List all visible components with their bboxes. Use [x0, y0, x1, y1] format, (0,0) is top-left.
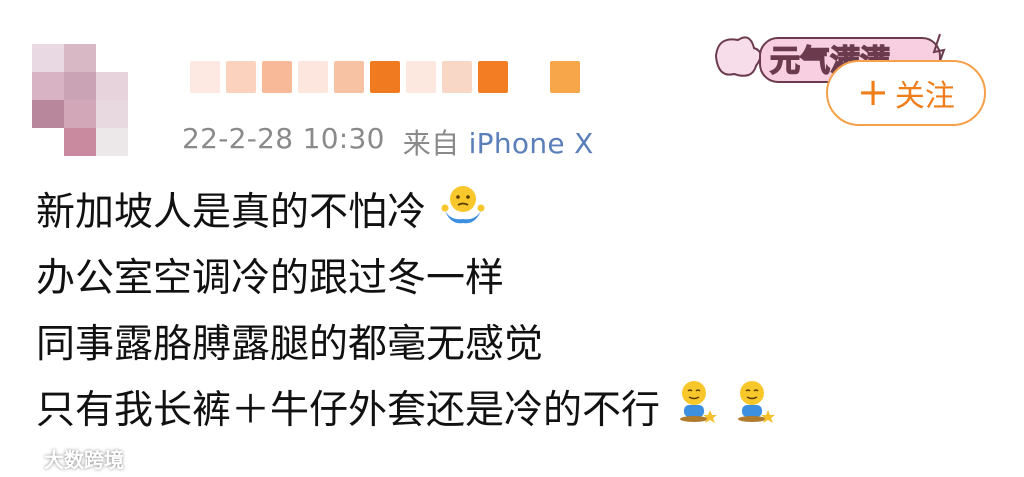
post-line: 办公室空调冷的跟过冬一样	[36, 256, 505, 301]
follow-button[interactable]: + 关注	[826, 60, 986, 126]
post-line: 同事露胳膊露腿的都毫无感觉	[36, 322, 544, 367]
post-device[interactable]: iPhone X	[469, 127, 594, 160]
post-content: 新加坡人是真的不怕冷 办公室空调冷的跟过冬一样 同事露胳膊露腿的都毫无感觉 只有…	[36, 180, 776, 444]
follow-label: 关注	[894, 79, 955, 114]
shrug-emoji-icon	[440, 180, 486, 246]
avatar[interactable]	[32, 44, 128, 156]
watermark-text: 大数跨境	[44, 448, 124, 472]
post-line: 新加坡人是真的不怕冷	[36, 180, 776, 246]
sitting-emoji-icon	[732, 378, 776, 444]
post-source-label: 来自	[402, 127, 460, 160]
post-line: 只有我长裤＋牛仔外套还是冷的不行	[36, 378, 776, 444]
sitting-emoji-icon	[674, 378, 718, 444]
watermark: 大数跨境	[10, 444, 124, 473]
watermark-logo-icon	[10, 449, 35, 468]
plus-icon: +	[857, 69, 889, 114]
username[interactable]	[190, 60, 580, 94]
post-meta: 22-2-28 10:30 来自 iPhone X	[182, 122, 594, 162]
post-timestamp: 22-2-28 10:30	[182, 122, 385, 155]
